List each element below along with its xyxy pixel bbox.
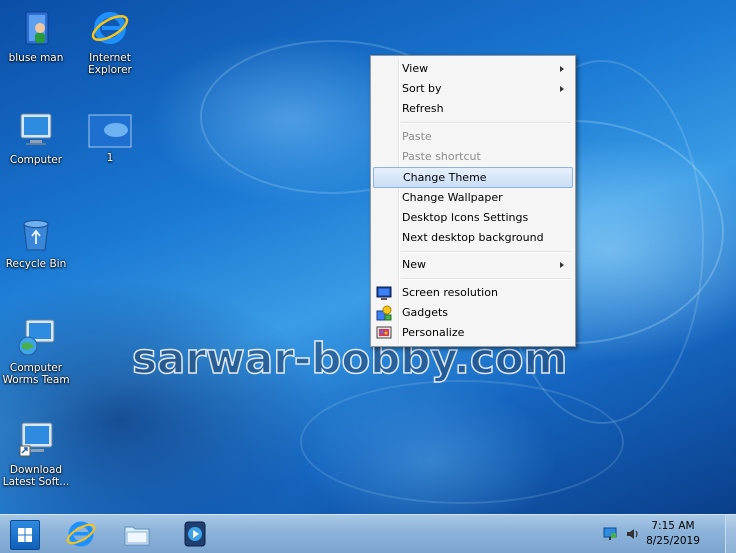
menu-item-change-theme[interactable]: Change Theme [373,167,573,188]
menu-separator [401,251,571,253]
menu-item-label: Paste [402,130,432,143]
taskbar-file-explorer[interactable] [120,518,154,550]
file-explorer-icon [124,526,150,546]
menu-item-label: Personalize [402,326,465,339]
clock-date: 8/25/2019 [646,535,700,547]
desktop-icon-1[interactable]: 1 [75,114,145,164]
desktop-icon-internet-explorer[interactable]: Internet Explorer [75,8,145,76]
show-desktop-button[interactable] [725,515,736,553]
menu-separator [401,278,571,280]
menu-item-label: New [402,258,426,271]
menu-item-label: Change Theme [403,171,487,184]
menu-item-view[interactable]: View [374,59,572,79]
menu-item-label: Desktop Icons Settings [402,211,529,224]
submenu-arrow-icon [560,262,564,268]
menu-item-sort-by[interactable]: Sort by [374,79,572,99]
desktop-icon-label: bluse man [8,52,64,64]
desktop-icon-download-latest-software[interactable]: Download Latest Soft... [1,420,71,488]
menu-item-label: Paste shortcut [402,150,481,163]
taskbar-internet-explorer[interactable] [64,518,98,550]
desktop-icon-computer-worms-team[interactable]: Computer Worms Team [1,318,71,386]
menu-item-next-desktop-background[interactable]: Next desktop background [374,228,572,248]
desktop-context-menu: View Sort by Refresh Paste Paste shortcu… [370,55,576,347]
image-thumbnail-icon [88,114,132,148]
menu-item-paste: Paste [374,127,572,147]
computer-icon [16,110,56,150]
desktop[interactable]: bluse man Internet Explorer Computer 1 R… [0,0,736,514]
desktop-icon-label: Computer Worms Team [2,362,70,386]
taskbar-media-player[interactable] [178,518,212,550]
desktop-icon-bluse-man[interactable]: bluse man [1,8,71,64]
menu-item-screen-resolution[interactable]: Screen resolution [374,283,572,303]
menu-item-label: Next desktop background [402,231,544,244]
menu-item-label: Sort by [402,82,442,95]
desktop-icon-computer[interactable]: Computer [1,110,71,166]
desktop-icon-label: 1 [106,152,114,164]
menu-item-gadgets[interactable]: Gadgets [374,303,572,323]
taskbar: 7:15 AM 8/25/2019 [0,514,736,553]
desktop-icon-label: Internet Explorer [88,52,132,76]
monitor-icon [376,285,392,301]
menu-item-label: Change Wallpaper [402,191,503,204]
windows-logo-icon [18,528,32,542]
clock-time: 7:15 AM [651,520,695,532]
wallpaper-swirl [300,380,624,504]
network-computer-icon [16,318,56,358]
menu-item-label: Gadgets [402,306,449,319]
desktop-icon-label: Computer [9,154,63,166]
taskbar-clock[interactable]: 7:15 AM 8/25/2019 [640,519,706,549]
action-center-flag-icon[interactable] [603,527,617,541]
submenu-arrow-icon [560,66,564,72]
desktop-icon-label: Download Latest Soft... [2,464,70,488]
menu-item-personalize[interactable]: Personalize [374,323,572,343]
speaker-icon[interactable] [626,527,640,541]
personalize-icon [376,325,392,341]
media-player-icon [184,521,206,547]
menu-separator [401,122,571,124]
menu-item-new[interactable]: New [374,255,572,275]
desktop-icon-label: Recycle Bin [5,258,67,270]
gadgets-icon [376,305,392,321]
start-button[interactable] [10,520,40,550]
menu-item-paste-shortcut: Paste shortcut [374,147,572,167]
menu-item-desktop-icons-settings[interactable]: Desktop Icons Settings [374,208,572,228]
menu-item-label: Screen resolution [402,286,498,299]
recycle-bin-icon [16,214,56,254]
user-folder-icon [16,8,56,48]
internet-explorer-icon [66,521,96,547]
menu-item-label: View [402,62,429,75]
desktop-icon-recycle-bin[interactable]: Recycle Bin [1,214,71,270]
computer-shortcut-icon [16,420,56,460]
submenu-arrow-icon [560,86,564,92]
menu-item-change-wallpaper[interactable]: Change Wallpaper [374,188,572,208]
menu-item-label: Refresh [402,102,444,115]
internet-explorer-icon [90,8,130,48]
menu-item-refresh[interactable]: Refresh [374,99,572,119]
